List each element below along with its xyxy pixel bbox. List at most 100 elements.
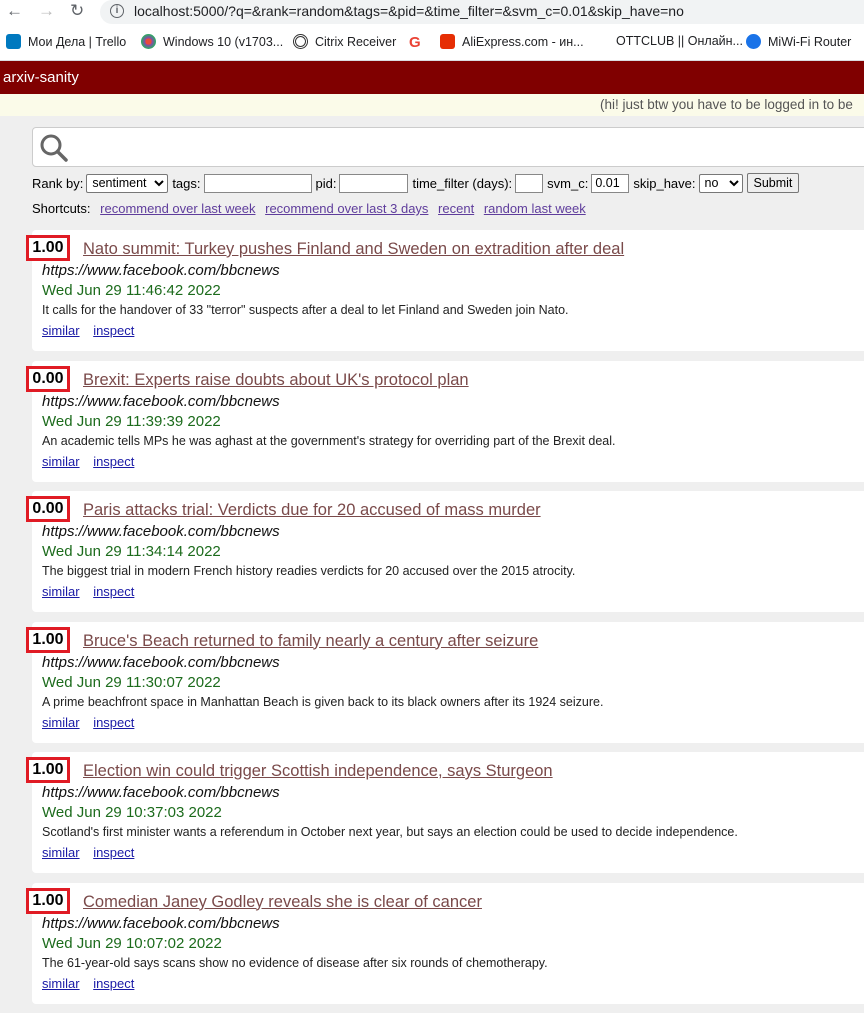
svm-c-input[interactable] <box>591 173 630 193</box>
results-list: 1.00 Nato summit: Turkey pushes Finland … <box>26 230 864 1013</box>
windows-flower-icon <box>141 34 156 49</box>
paper-time: Wed Jun 29 10:07:02 2022 <box>42 934 222 952</box>
brand-title[interactable]: arxiv-sanity <box>3 69 79 86</box>
sentiment-score-badge: 1.00 <box>26 757 70 783</box>
inspect-link[interactable]: inspect <box>93 454 134 469</box>
paper-actions: similar inspect <box>42 584 144 599</box>
forward-arrow-icon[interactable]: → <box>38 1 55 21</box>
paper-actions: similar inspect <box>42 976 144 991</box>
inspect-link[interactable]: inspect <box>93 976 134 991</box>
sentiment-score-badge: 1.00 <box>26 235 70 261</box>
shortcut-recommend-3-days[interactable]: recommend over last 3 days <box>265 201 428 216</box>
paper-title-link[interactable]: Election win could trigger Scottish inde… <box>83 762 553 781</box>
similar-link[interactable]: similar <box>42 976 80 991</box>
similar-link[interactable]: similar <box>42 845 80 860</box>
inspect-link[interactable]: inspect <box>93 715 134 730</box>
pid-label: pid: <box>315 175 337 191</box>
bookmark-aliexpress[interactable]: AliExpress.com - ин... <box>440 34 584 49</box>
bookmark-label: Мои Дела | Trello <box>28 34 127 49</box>
bookmark-miwifi[interactable]: MiWi-Fi Router <box>746 34 851 49</box>
paper-title-link[interactable]: Paris attacks trial: Verdicts due for 20… <box>83 501 541 520</box>
rank-select[interactable]: sentiment <box>86 173 169 193</box>
bookmark-citrix[interactable]: Citrix Receiver <box>293 34 396 49</box>
aliexpress-icon <box>440 34 455 49</box>
paper-title-link[interactable]: Nato summit: Turkey pushes Finland and S… <box>83 240 624 259</box>
svm-c-label: svm_c: <box>547 175 589 191</box>
inspect-link[interactable]: inspect <box>93 584 134 599</box>
sentiment-score-badge: 1.00 <box>26 887 70 914</box>
browser-address-bar: ← → ↻ i localhost:5000/?q=&rank=random&t… <box>0 0 864 26</box>
inspect-link[interactable]: inspect <box>93 845 134 860</box>
site-header: arxiv-sanity <box>0 61 864 94</box>
submit-button[interactable]: Submit <box>746 173 800 193</box>
paper-summary: An academic tells MPs he was aghast at t… <box>42 433 616 448</box>
wifi-icon <box>746 34 761 49</box>
paper-title-link[interactable]: Bruce's Beach returned to family nearly … <box>83 632 538 651</box>
similar-link[interactable]: similar <box>42 584 80 599</box>
list-item: 0.00 Brexit: Experts raise doubts about … <box>26 360 864 482</box>
paper-summary: The biggest trial in modern French histo… <box>42 564 576 578</box>
tags-label: tags: <box>172 175 201 191</box>
paper-summary: The 61-year-old says scans show no evide… <box>42 955 548 970</box>
bookmark-label: OTTCLUB || Онлайн... <box>616 34 743 48</box>
sentiment-score-badge: 1.00 <box>26 626 70 653</box>
paper-summary: It calls for the handover of 33 "terror"… <box>42 303 569 317</box>
reload-icon[interactable]: ↻ <box>70 1 84 21</box>
paper-time: Wed Jun 29 11:46:42 2022 <box>42 282 221 299</box>
paper-summary: A prime beachfront space in Manhattan Be… <box>42 694 604 709</box>
paper-author: https://www.facebook.com/bbcnews <box>42 392 280 410</box>
list-item: 1.00 Nato summit: Turkey pushes Finland … <box>26 230 864 351</box>
bookmark-trello[interactable]: Мои Дела | Trello <box>6 34 126 49</box>
bookmark-windows-10[interactable]: Windows 10 (v1703... <box>141 34 283 49</box>
bookmark-google[interactable]: G <box>409 34 421 51</box>
time-filter-label: time_filter (days): <box>412 175 513 191</box>
login-notice: (hi! just btw you have to be logged in t… <box>600 97 853 112</box>
paper-author: https://www.facebook.com/bbcnews <box>42 653 280 671</box>
rank-label: Rank by: <box>32 175 84 191</box>
paper-actions: similar inspect <box>42 845 144 860</box>
shortcuts-label: Shortcuts: <box>32 201 91 216</box>
paper-title-link[interactable]: Brexit: Experts raise doubts about UK's … <box>83 371 469 390</box>
time-filter-input[interactable] <box>515 173 544 193</box>
bookmark-label: Windows 10 (v1703... <box>163 34 284 49</box>
list-item: 1.00 Bruce's Beach returned to family ne… <box>26 621 864 743</box>
paper-time: Wed Jun 29 10:37:03 2022 <box>42 804 222 821</box>
search-input[interactable] <box>32 127 864 167</box>
bookmark-label: Citrix Receiver <box>315 34 397 49</box>
tags-input[interactable] <box>203 173 312 193</box>
paper-author: https://www.facebook.com/bbcnews <box>42 262 280 279</box>
google-icon: G <box>409 34 421 51</box>
similar-link[interactable]: similar <box>42 454 80 469</box>
inspect-link[interactable]: inspect <box>93 323 134 338</box>
similar-link[interactable]: similar <box>42 715 80 730</box>
similar-link[interactable]: similar <box>42 323 80 338</box>
sentiment-score-badge: 0.00 <box>26 496 70 522</box>
search-icon <box>40 134 68 162</box>
paper-actions: similar inspect <box>42 715 144 730</box>
citrix-icon <box>293 34 308 49</box>
paper-actions: similar inspect <box>42 323 144 338</box>
filter-controls: Rank by: sentiment tags: pid: time_filte… <box>32 172 800 194</box>
shortcuts-bar: Shortcuts: recommend over last week reco… <box>32 201 586 216</box>
paper-author: https://www.facebook.com/bbcnews <box>42 914 280 932</box>
paper-summary: Scotland's first minister wants a refere… <box>42 825 738 839</box>
info-icon[interactable]: i <box>110 4 124 18</box>
skip-have-label: skip_have: <box>633 175 696 191</box>
skip-have-select[interactable]: no <box>698 173 743 193</box>
url-field[interactable]: i localhost:5000/?q=&rank=random&tags=&p… <box>100 0 864 24</box>
bookmark-ottclub[interactable]: OTTCLUB || Онлайн... <box>616 34 743 48</box>
paper-time: Wed Jun 29 11:39:39 2022 <box>42 412 221 430</box>
paper-time: Wed Jun 29 11:30:07 2022 <box>42 673 221 691</box>
shortcut-recommend-week[interactable]: recommend over last week <box>100 201 255 216</box>
shortcut-recent[interactable]: recent <box>438 201 474 216</box>
url-text: localhost:5000/?q=&rank=random&tags=&pid… <box>134 3 684 19</box>
list-item: 0.00 Paris attacks trial: Verdicts due f… <box>26 491 864 612</box>
login-notice-bar: (hi! just btw you have to be logged in t… <box>0 94 864 116</box>
paper-time: Wed Jun 29 11:34:14 2022 <box>42 543 221 560</box>
pid-input[interactable] <box>339 173 409 193</box>
back-arrow-icon[interactable]: ← <box>6 1 23 21</box>
shortcut-random-week[interactable]: random last week <box>484 201 586 216</box>
paper-title-link[interactable]: Comedian Janey Godley reveals she is cle… <box>83 893 482 912</box>
bookmarks-bar: Мои Дела | Trello Windows 10 (v1703... C… <box>0 26 864 61</box>
list-item: 1.00 Comedian Janey Godley reveals she i… <box>26 882 864 1004</box>
